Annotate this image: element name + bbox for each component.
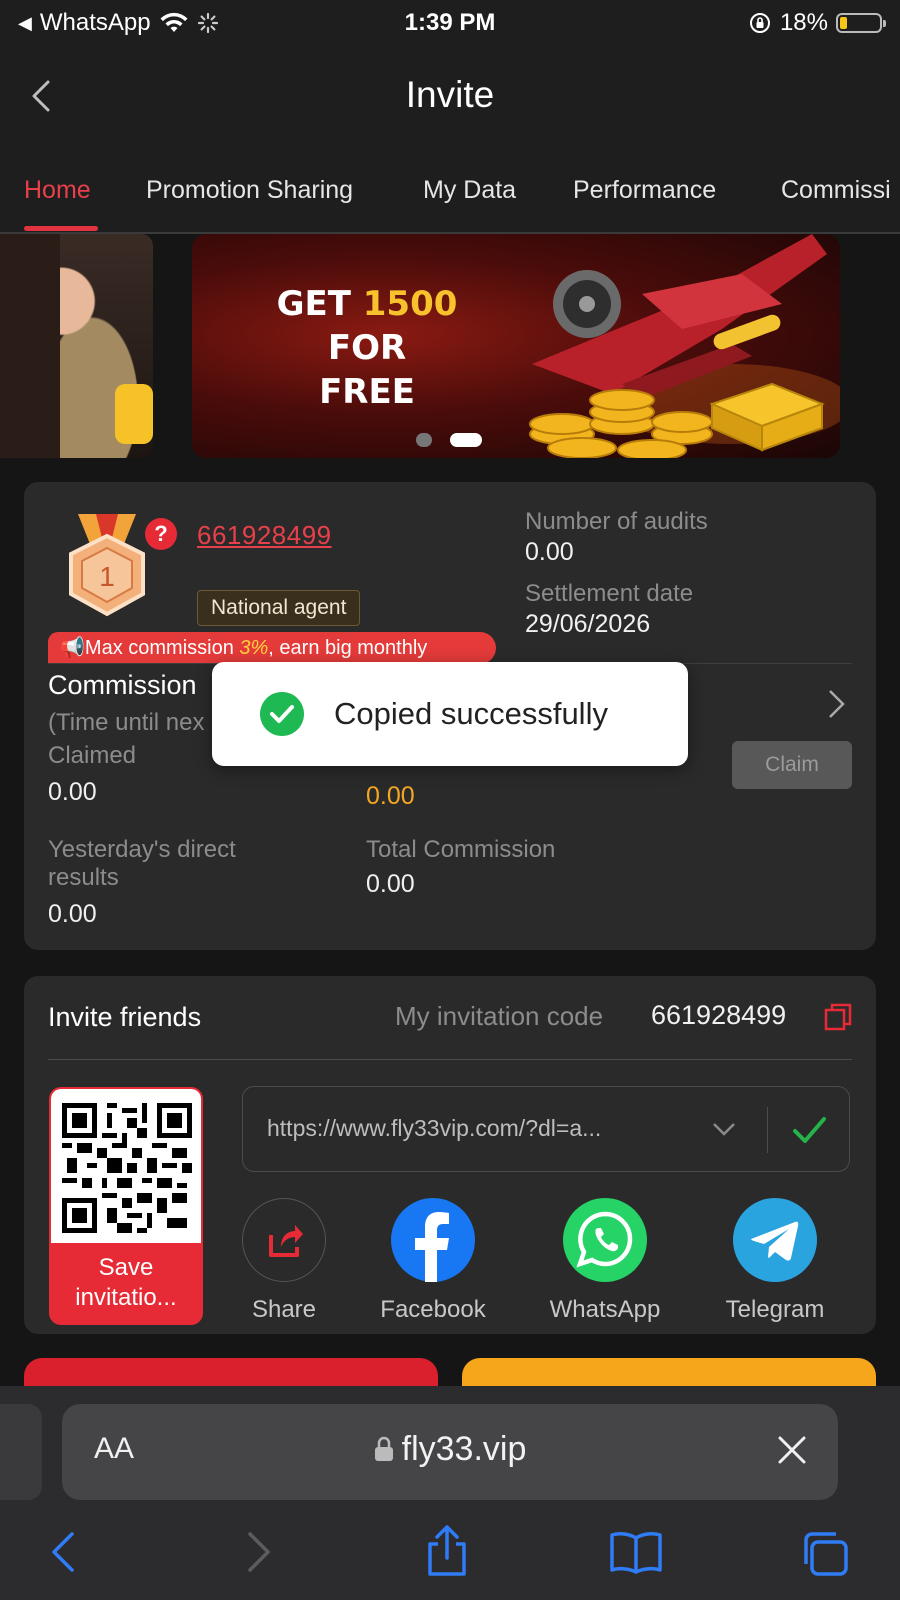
- time-until-label: (Time until nex: [48, 709, 205, 736]
- total-commission-label: Total Commission: [366, 836, 556, 863]
- facebook-icon: [391, 1198, 475, 1282]
- copy-icon[interactable]: [823, 1002, 853, 1032]
- bottom-action-button-red[interactable]: [24, 1358, 438, 1388]
- total-commission-value: 0.00: [366, 870, 415, 898]
- banner-previous-slide[interactable]: [0, 234, 153, 458]
- share-option-share[interactable]: Share: [232, 1198, 336, 1324]
- invitation-code-label: My invitation code: [395, 1001, 604, 1031]
- whatsapp-icon: [563, 1198, 647, 1282]
- tab-performance[interactable]: Performance: [573, 176, 716, 205]
- invitation-code-value[interactable]: 661928499: [651, 1000, 786, 1031]
- status-bar: ◀ WhatsApp 1:39 PM 18%: [0, 0, 900, 46]
- browser-back-icon[interactable]: [46, 1530, 80, 1574]
- address-domain: fly33.vip: [62, 1430, 838, 1469]
- lock-icon: [374, 1436, 393, 1461]
- promo-banner[interactable]: GET 1500 FOR FREE: [192, 234, 840, 458]
- toast-message: Copied successfully: [334, 696, 608, 731]
- agent-id-link[interactable]: 661928499: [197, 520, 332, 551]
- yesterday-label: Yesterday's direct results: [48, 836, 236, 891]
- settlement-label: Settlement date: [525, 580, 694, 607]
- link-check-icon[interactable]: [791, 1113, 827, 1147]
- browser-toolbar: AA fly33.vip: [0, 1386, 900, 1600]
- carousel-dot-active[interactable]: [450, 433, 482, 447]
- tab-my-data[interactable]: My Data: [423, 176, 516, 205]
- settlement-value: 29/06/2026: [525, 610, 651, 638]
- battery-icon: [836, 13, 886, 33]
- agent-level-badge: National agent: [197, 590, 361, 626]
- share-option-facebook[interactable]: Facebook: [368, 1198, 498, 1324]
- audits-value: 0.00: [525, 538, 574, 566]
- close-icon[interactable]: [774, 1432, 810, 1468]
- qr-card[interactable]: Save invitatio...: [49, 1087, 203, 1325]
- tab-bar: Home Promotion Sharing My Data Performan…: [0, 150, 900, 234]
- audits-label: Number of audits: [525, 508, 708, 535]
- banner-headline: GET 1500 FOR FREE: [276, 284, 458, 412]
- invite-link-text: https://www.fly33vip.com/?dl=a...: [267, 1115, 602, 1141]
- share-option-telegram[interactable]: Telegram: [707, 1198, 843, 1324]
- active-tab-indicator: [24, 226, 98, 231]
- commission-promo-ribbon: 📢Max commission 3%, earn big monthly: [48, 632, 496, 664]
- qr-code-image: [62, 1103, 192, 1233]
- address-bar[interactable]: AA fly33.vip: [62, 1404, 838, 1500]
- megaphone-icon: 📢: [60, 637, 85, 659]
- chevron-down-icon[interactable]: [711, 1119, 737, 1139]
- tab-home[interactable]: Home: [24, 176, 91, 205]
- orientation-lock-icon: [749, 13, 770, 33]
- claimed-value: 0.00: [48, 778, 97, 806]
- yesterday-value: 0.00: [48, 900, 97, 928]
- copied-toast: Copied successfully: [212, 662, 688, 766]
- commission-title: Commission: [48, 670, 197, 700]
- telegram-label: Telegram: [725, 1296, 825, 1323]
- help-icon[interactable]: ?: [145, 518, 177, 550]
- invite-divider: [48, 1059, 852, 1060]
- share-icon: [242, 1198, 326, 1282]
- previous-tab-preview[interactable]: [0, 1404, 42, 1500]
- share-option-whatsapp[interactable]: WhatsApp: [535, 1198, 675, 1324]
- carousel-dot[interactable]: [416, 433, 432, 447]
- battery-percent: 18%: [779, 9, 828, 36]
- claimed-label: Claimed: [48, 742, 137, 769]
- whatsapp-label: WhatsApp: [549, 1296, 661, 1323]
- facebook-label: Facebook: [380, 1296, 486, 1323]
- telegram-icon: [733, 1198, 817, 1282]
- svg-text:1: 1: [99, 561, 115, 592]
- share-label: Share: [251, 1296, 317, 1323]
- tab-promotion-sharing[interactable]: Promotion Sharing: [146, 176, 353, 205]
- browser-forward-icon[interactable]: [242, 1530, 276, 1574]
- gold-coins-graphic: [529, 382, 825, 458]
- bottom-action-button-orange[interactable]: [462, 1358, 876, 1388]
- tab-commission[interactable]: Commissi: [781, 176, 891, 205]
- page-title: Invite: [405, 74, 495, 115]
- claim-button[interactable]: Claim: [732, 741, 852, 789]
- browser-share-icon[interactable]: [424, 1524, 470, 1578]
- rank-medal-icon: 1: [69, 514, 145, 617]
- success-check-icon: [260, 692, 304, 736]
- bookmarks-icon[interactable]: [608, 1530, 664, 1574]
- page-header: Invite: [0, 46, 900, 152]
- chevron-right-icon[interactable]: [826, 688, 848, 720]
- save-invitation-button[interactable]: Save invitatio...: [49, 1253, 203, 1313]
- tabs-icon[interactable]: [800, 1530, 850, 1578]
- invite-link-select[interactable]: https://www.fly33vip.com/?dl=a...: [242, 1086, 850, 1172]
- link-separator: [767, 1107, 768, 1153]
- claimable-value: 0.00: [366, 782, 415, 810]
- invite-title: Invite friends: [48, 1002, 202, 1032]
